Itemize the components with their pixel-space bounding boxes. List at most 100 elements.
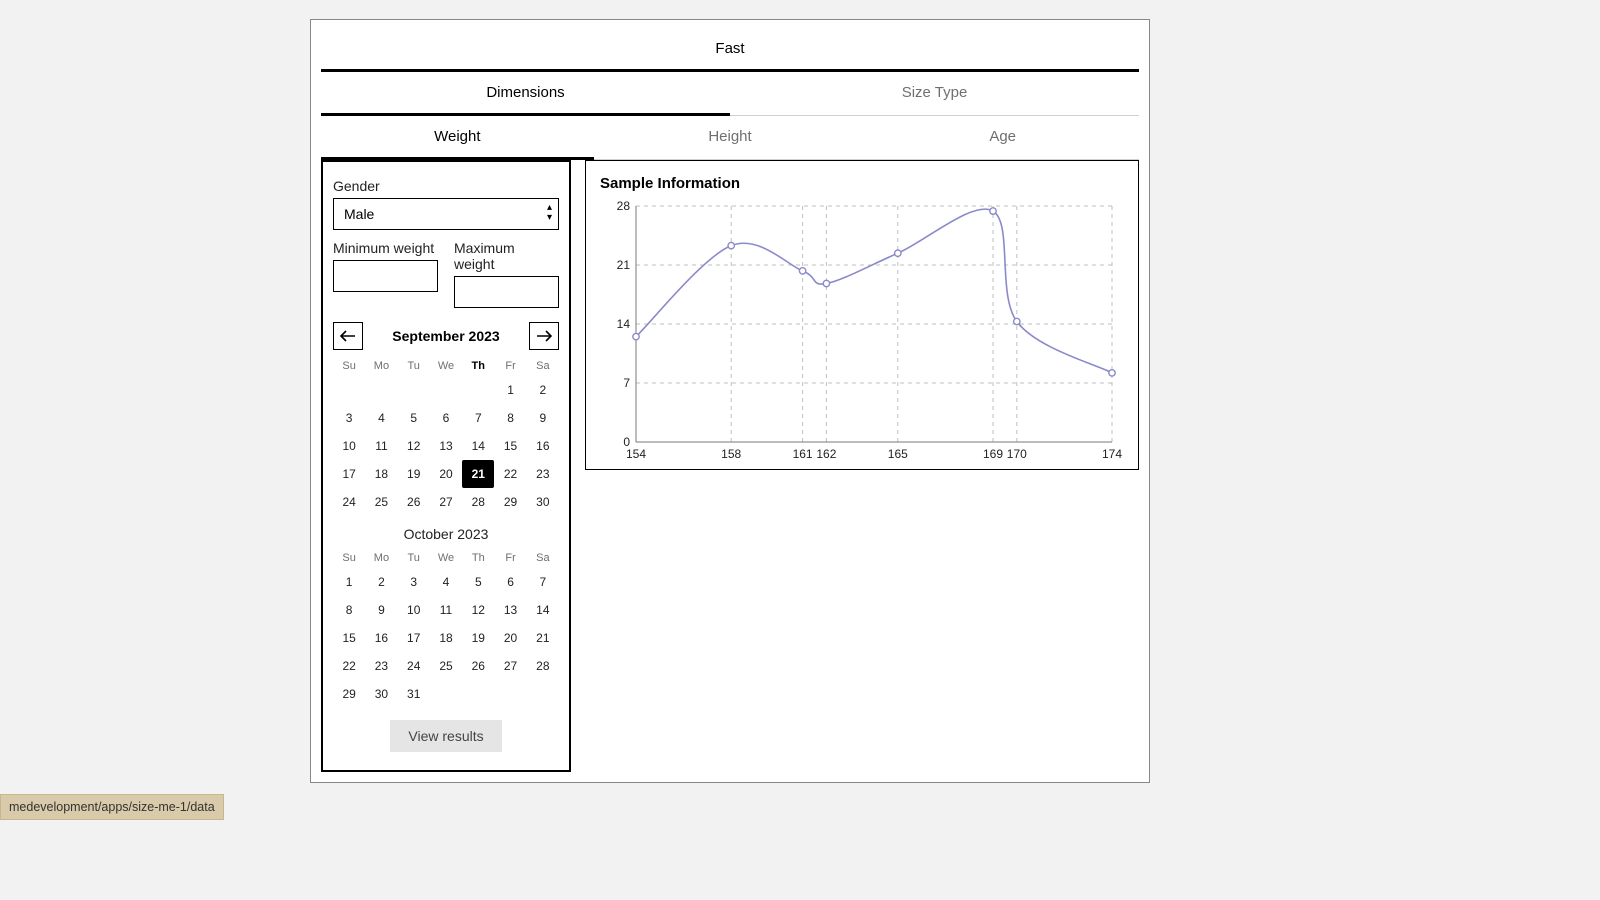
calendar-day[interactable]: 23 [527, 460, 559, 488]
calendar-day[interactable]: 10 [398, 596, 430, 624]
calendar-day[interactable]: 20 [494, 624, 526, 652]
calendar-day[interactable]: 30 [365, 680, 397, 708]
arrow-right-icon [536, 330, 552, 342]
max-weight-input[interactable] [454, 276, 559, 308]
gender-select[interactable]: Male ▴▾ [333, 198, 559, 230]
calendar-day[interactable]: 7 [462, 404, 494, 432]
calendar-prev-button[interactable] [333, 322, 363, 350]
calendar-day[interactable]: 20 [430, 460, 462, 488]
chart-title: Sample Information [594, 175, 1124, 192]
calendar-header: September 2023 [333, 322, 559, 350]
calendar-day[interactable]: 21 [462, 460, 494, 488]
calendar-day[interactable]: 30 [527, 488, 559, 516]
calendar-day[interactable]: 11 [430, 596, 462, 624]
calendar-day[interactable]: 24 [398, 652, 430, 680]
tab-height[interactable]: Height [594, 116, 867, 159]
calendar-day[interactable]: 21 [527, 624, 559, 652]
calendar-day[interactable]: 19 [398, 460, 430, 488]
calendar-empty-cell [398, 376, 430, 404]
calendar-day[interactable]: 12 [398, 432, 430, 460]
calendar-day[interactable]: 5 [398, 404, 430, 432]
calendar-day[interactable]: 1 [333, 568, 365, 596]
calendar-day[interactable]: 27 [430, 488, 462, 516]
calendar-day[interactable]: 17 [333, 460, 365, 488]
calendar-dow: Th [462, 548, 494, 568]
chart-point [633, 333, 639, 339]
calendar-day[interactable]: 22 [333, 652, 365, 680]
calendar-day[interactable]: 7 [527, 568, 559, 596]
calendar-day[interactable]: 9 [527, 404, 559, 432]
calendar-day[interactable]: 10 [333, 432, 365, 460]
calendar-day[interactable]: 17 [398, 624, 430, 652]
tab-age[interactable]: Age [866, 116, 1139, 159]
calendar-day[interactable]: 18 [430, 624, 462, 652]
calendar-day[interactable]: 22 [494, 460, 526, 488]
calendar-dow: Sa [527, 356, 559, 376]
calendar-day[interactable]: 4 [365, 404, 397, 432]
calendar-day[interactable]: 15 [333, 624, 365, 652]
calendar-dow: Su [333, 356, 365, 376]
calendar-day[interactable]: 15 [494, 432, 526, 460]
calendar-day[interactable]: 26 [462, 652, 494, 680]
tabs-level-0: Fast [321, 30, 1139, 72]
calendar-day[interactable]: 19 [462, 624, 494, 652]
calendar-day[interactable]: 13 [494, 596, 526, 624]
tabs-level-1: Dimensions Size Type [321, 72, 1139, 116]
calendar-day[interactable]: 24 [333, 488, 365, 516]
calendar-day[interactable]: 6 [430, 404, 462, 432]
content-row: Gender Male ▴▾ Minimum weight Maximum we… [321, 160, 1139, 772]
calendar-day[interactable]: 28 [462, 488, 494, 516]
chart-point [1109, 370, 1115, 376]
calendar-empty-cell [430, 376, 462, 404]
y-tick-label: 21 [617, 258, 631, 272]
calendar-day[interactable]: 8 [333, 596, 365, 624]
calendar-day[interactable]: 3 [333, 404, 365, 432]
calendar-day[interactable]: 26 [398, 488, 430, 516]
calendar-day[interactable]: 28 [527, 652, 559, 680]
calendar-dow: We [430, 548, 462, 568]
calendar-day[interactable]: 31 [398, 680, 430, 708]
calendar-day[interactable]: 4 [430, 568, 462, 596]
calendar-dow: Mo [365, 356, 397, 376]
calendar-day[interactable]: 14 [527, 596, 559, 624]
view-results-button[interactable]: View results [390, 720, 501, 752]
calendar-day[interactable]: 2 [527, 376, 559, 404]
calendar-day[interactable]: 27 [494, 652, 526, 680]
x-tick-label: 169 [983, 447, 1003, 461]
calendar-dow: Mo [365, 548, 397, 568]
calendar-day[interactable]: 3 [398, 568, 430, 596]
calendar-day[interactable]: 6 [494, 568, 526, 596]
calendar-day[interactable]: 29 [494, 488, 526, 516]
calendar-day[interactable]: 16 [365, 624, 397, 652]
calendar-day[interactable]: 16 [527, 432, 559, 460]
calendar-day[interactable]: 14 [462, 432, 494, 460]
calendar-day[interactable]: 2 [365, 568, 397, 596]
chart-point [799, 268, 805, 274]
calendar-dow: Tu [398, 548, 430, 568]
calendar-dow: We [430, 356, 462, 376]
calendar-day[interactable]: 9 [365, 596, 397, 624]
chart-point [823, 280, 829, 286]
calendar-day[interactable]: 8 [494, 404, 526, 432]
tab-size-type[interactable]: Size Type [730, 72, 1139, 115]
calendar-day[interactable]: 23 [365, 652, 397, 680]
chart-line [636, 209, 1112, 373]
calendar-day[interactable]: 25 [365, 488, 397, 516]
calendar-day[interactable]: 18 [365, 460, 397, 488]
calendar-day[interactable]: 12 [462, 596, 494, 624]
min-weight-input[interactable] [333, 260, 438, 292]
calendar-dow: Th [462, 356, 494, 376]
y-tick-label: 28 [617, 200, 631, 213]
calendar-day[interactable]: 1 [494, 376, 526, 404]
calendar-day[interactable]: 29 [333, 680, 365, 708]
tab-weight[interactable]: Weight [321, 116, 594, 160]
tab-dimensions[interactable]: Dimensions [321, 72, 730, 116]
x-tick-label: 165 [888, 447, 908, 461]
chart-point [728, 242, 734, 248]
calendar-day[interactable]: 25 [430, 652, 462, 680]
calendar-day[interactable]: 13 [430, 432, 462, 460]
tab-fast[interactable]: Fast [321, 30, 1139, 72]
calendar-day[interactable]: 5 [462, 568, 494, 596]
calendar-next-button[interactable] [529, 322, 559, 350]
calendar-day[interactable]: 11 [365, 432, 397, 460]
